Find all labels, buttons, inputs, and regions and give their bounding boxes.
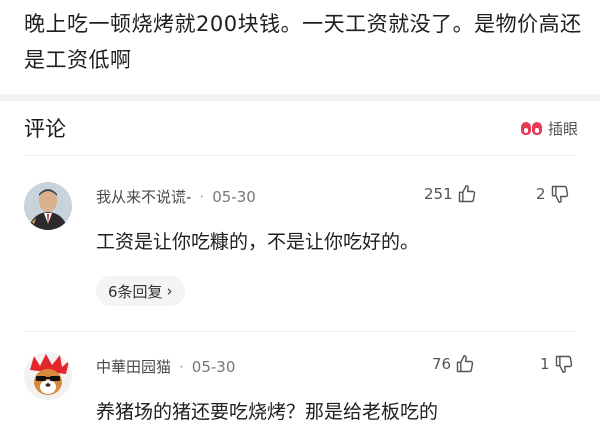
thumbs-up-icon: [456, 354, 474, 373]
comment-date: 05-30: [191, 357, 236, 376]
insert-eye-label: 插眼: [547, 119, 578, 138]
comment-date: 05-30: [212, 187, 256, 206]
thumbs-down-icon: [551, 185, 568, 204]
section-divider: [0, 94, 600, 101]
thumbs-down-icon: [555, 355, 572, 374]
header-divider: [24, 155, 576, 156]
replies-label: 6条回复: [108, 282, 163, 301]
dislike-count: 2: [536, 185, 546, 203]
username[interactable]: 我从来不说谎-: [96, 186, 191, 207]
insert-eye-button[interactable]: 插眼: [520, 118, 578, 139]
dislike-count: 1: [540, 355, 550, 373]
dislike-button[interactable]: 2: [536, 184, 570, 204]
dislike-button[interactable]: 1: [540, 354, 574, 374]
avatar[interactable]: [24, 352, 72, 400]
chevron-right-icon: ›: [166, 282, 173, 300]
comment-text: 养猪场的猪还要吃烧烤？那是给老板吃的: [96, 401, 439, 423]
comments-header: 评论 插眼: [0, 101, 600, 155]
comments-title: 评论: [24, 117, 66, 141]
like-button[interactable]: 251: [424, 184, 477, 204]
thumbs-up-icon: [458, 184, 475, 203]
meta-separator: ·: [179, 357, 184, 376]
like-count: 76: [432, 355, 452, 373]
comment-meta: 中華田园猫 · 05-30: [96, 356, 235, 377]
avatar[interactable]: [24, 182, 72, 230]
like-button[interactable]: 76: [432, 354, 475, 374]
comment-meta: 我从来不说谎- · 05-30: [96, 186, 256, 207]
meta-separator: ·: [199, 187, 205, 206]
like-count: 251: [424, 185, 453, 203]
comment-divider: [24, 331, 576, 332]
eyes-icon: [520, 121, 542, 135]
view-replies-button[interactable]: 6条回复 ›: [96, 276, 185, 306]
username[interactable]: 中華田园猫: [96, 356, 171, 377]
comment-text: 工资是让你吃糠的，不是让你吃好的。: [96, 231, 420, 253]
post-text: 晚上吃一顿烧烤就200块钱。一天工资就没了。是物价高还是工资低啊: [24, 12, 582, 72]
